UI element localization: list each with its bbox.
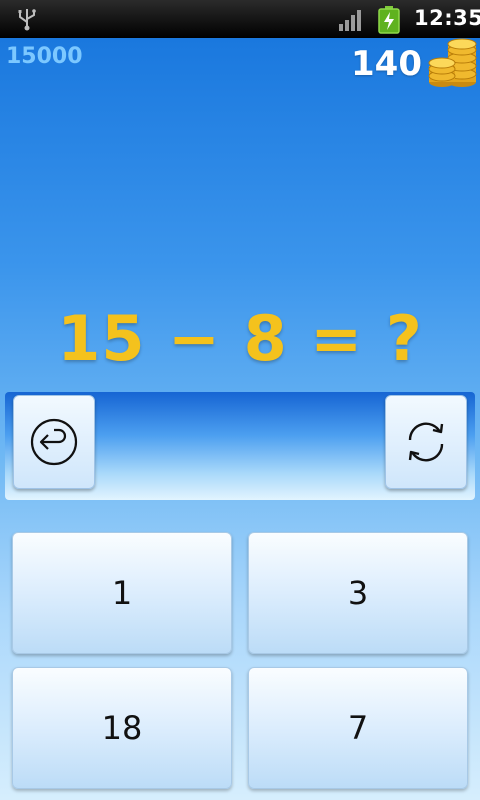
status-bar: 12:35 xyxy=(0,0,480,38)
refresh-button[interactable] xyxy=(385,395,467,489)
undo-button[interactable] xyxy=(13,395,95,489)
battery-charging-icon xyxy=(378,6,400,34)
answer-option-3[interactable]: 18 xyxy=(12,667,232,789)
usb-icon xyxy=(18,9,36,31)
score: 15000 xyxy=(6,44,83,69)
coin-count: 140 xyxy=(351,44,422,84)
question: 15 − 8 = ? xyxy=(57,302,423,375)
answer-option-1[interactable]: 1 xyxy=(12,532,232,654)
answer-panel xyxy=(5,392,475,500)
refresh-icon xyxy=(408,422,444,462)
answer-option-4[interactable]: 7 xyxy=(248,667,468,789)
signal-icon xyxy=(339,10,361,31)
coin-stack-icon xyxy=(428,38,477,87)
clock: 12:35 xyxy=(414,6,480,30)
answer-option-2[interactable]: 3 xyxy=(248,532,468,654)
undo-icon xyxy=(30,418,78,466)
